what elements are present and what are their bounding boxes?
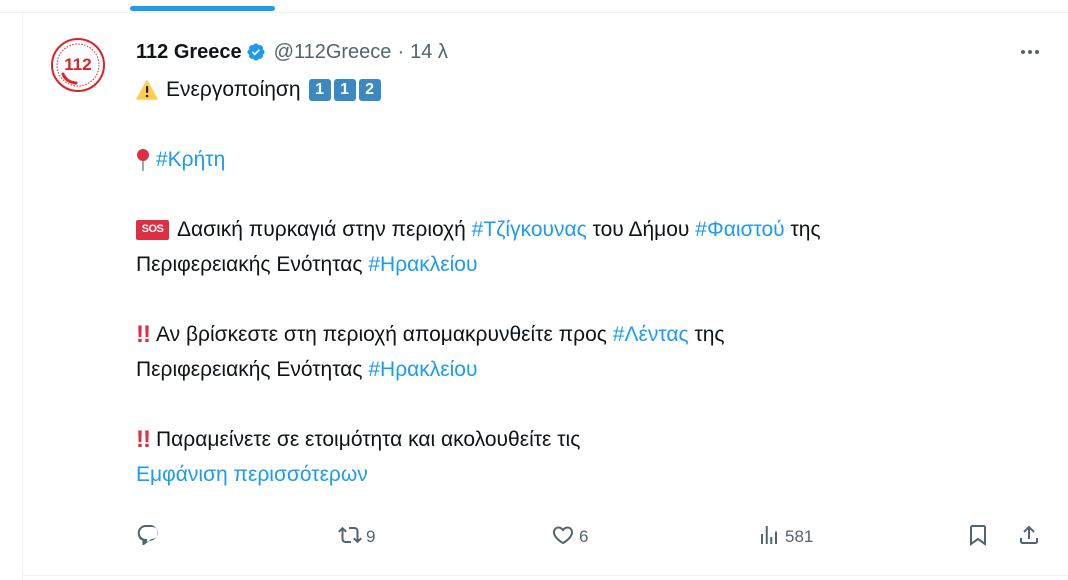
- fire-text-a: Δασική πυρκαγιά στην περιοχή: [177, 218, 466, 241]
- round-pushpin-icon: [136, 148, 150, 172]
- hashtag-faistou[interactable]: #Φαιστού: [695, 212, 784, 247]
- retweet-icon: [338, 523, 362, 552]
- reply-button[interactable]: [136, 522, 160, 552]
- line-evacuate: !! Αν βρίσκεστε στη περιοχή απομακρυνθεί…: [136, 317, 1036, 352]
- evacuate-text-b: της: [694, 323, 725, 346]
- post-actions: 9 6 581: [0, 522, 1068, 552]
- keycap-2-icon: 2: [358, 78, 381, 101]
- evacuate-text: Αν βρίσκεστε στη περιοχή απομακρυνθείτε …: [155, 323, 607, 346]
- line-fire: SOS Δασική πυρκαγιά στην περιοχή #Τζίγκο…: [136, 212, 1036, 247]
- post-text: Ενεργοποίηση 1 1 2 #Κρήτη SOS Δασική πυρ…: [136, 72, 1036, 492]
- retweet-count: 9: [366, 527, 376, 546]
- hashtag-crete[interactable]: #Κρήτη: [156, 142, 225, 177]
- line-region-1: Περιφερειακής Ενότητας #Ηρακλείου: [136, 247, 1036, 282]
- views-button[interactable]: 581: [757, 522, 813, 552]
- activation-text: Ενεργοποίηση: [166, 78, 301, 101]
- post-header: 112 Greece @112Greece · 14 λ: [136, 38, 448, 66]
- fire-text-b: του Δήμου: [592, 218, 690, 241]
- like-count: 6: [579, 527, 589, 546]
- avatar-logo-text: 112: [64, 55, 91, 74]
- like-button[interactable]: 6: [551, 522, 588, 552]
- timestamp[interactable]: 14 λ: [410, 41, 448, 64]
- retweet-button[interactable]: 9: [338, 522, 375, 552]
- hashtag-tzigkounas[interactable]: #Τζίγκουνας: [472, 212, 587, 247]
- analytics-icon: [757, 523, 781, 552]
- bottom-divider: [22, 575, 1068, 576]
- keycap-1-icon: 1: [333, 78, 356, 101]
- handle[interactable]: @112Greece: [274, 41, 392, 64]
- separator-dot: ·: [397, 40, 405, 63]
- line-activation: Ενεργοποίηση 1 1 2: [136, 72, 1036, 107]
- views-count: 581: [785, 527, 814, 546]
- timeline-left-border: [22, 13, 23, 580]
- share-icon: [1017, 523, 1041, 552]
- region-text-2: Περιφερειακής Ενότητας: [136, 358, 363, 381]
- top-divider: [0, 12, 1068, 13]
- region-text-1: Περιφερειακής Ενότητας: [136, 253, 363, 276]
- more-options-icon[interactable]: [1014, 40, 1046, 64]
- keycap-1-icon: 1: [308, 78, 331, 101]
- verified-badge-icon: [246, 42, 266, 62]
- hashtag-lentas[interactable]: #Λέντας: [613, 317, 689, 352]
- bookmark-icon: [966, 523, 990, 552]
- avatar[interactable]: 112: [50, 37, 106, 93]
- reply-icon: [136, 523, 160, 552]
- bookmark-button[interactable]: [966, 522, 990, 552]
- double-exclamation-icon: !!: [136, 321, 151, 348]
- fire-text-c: της: [790, 218, 821, 241]
- line-region-2: Περιφερειακής Ενότητας #Ηρακλείου: [136, 352, 1036, 387]
- show-more-row: Εμφάνιση περισσότερων: [136, 457, 1036, 492]
- double-exclamation-icon: !!: [136, 426, 151, 453]
- line-standby: !! Παραμείνετε σε ετοιμότητα και ακολουθ…: [136, 422, 1036, 457]
- warning-icon: [136, 79, 158, 100]
- heart-icon: [551, 523, 575, 552]
- hashtag-irakleiou[interactable]: #Ηρακλείου: [368, 247, 477, 282]
- line-location: #Κρήτη: [136, 142, 1036, 177]
- sos-icon: SOS: [136, 219, 169, 240]
- standby-text: Παραμείνετε σε ετοιμότητα και ακολουθείτ…: [155, 428, 581, 451]
- display-name[interactable]: 112 Greece: [136, 41, 242, 64]
- show-more-link[interactable]: Εμφάνιση περισσότερων: [136, 457, 368, 492]
- share-button[interactable]: [1017, 522, 1041, 552]
- hashtag-irakleiou[interactable]: #Ηρακλείου: [368, 352, 477, 387]
- active-tab-indicator: [130, 6, 275, 11]
